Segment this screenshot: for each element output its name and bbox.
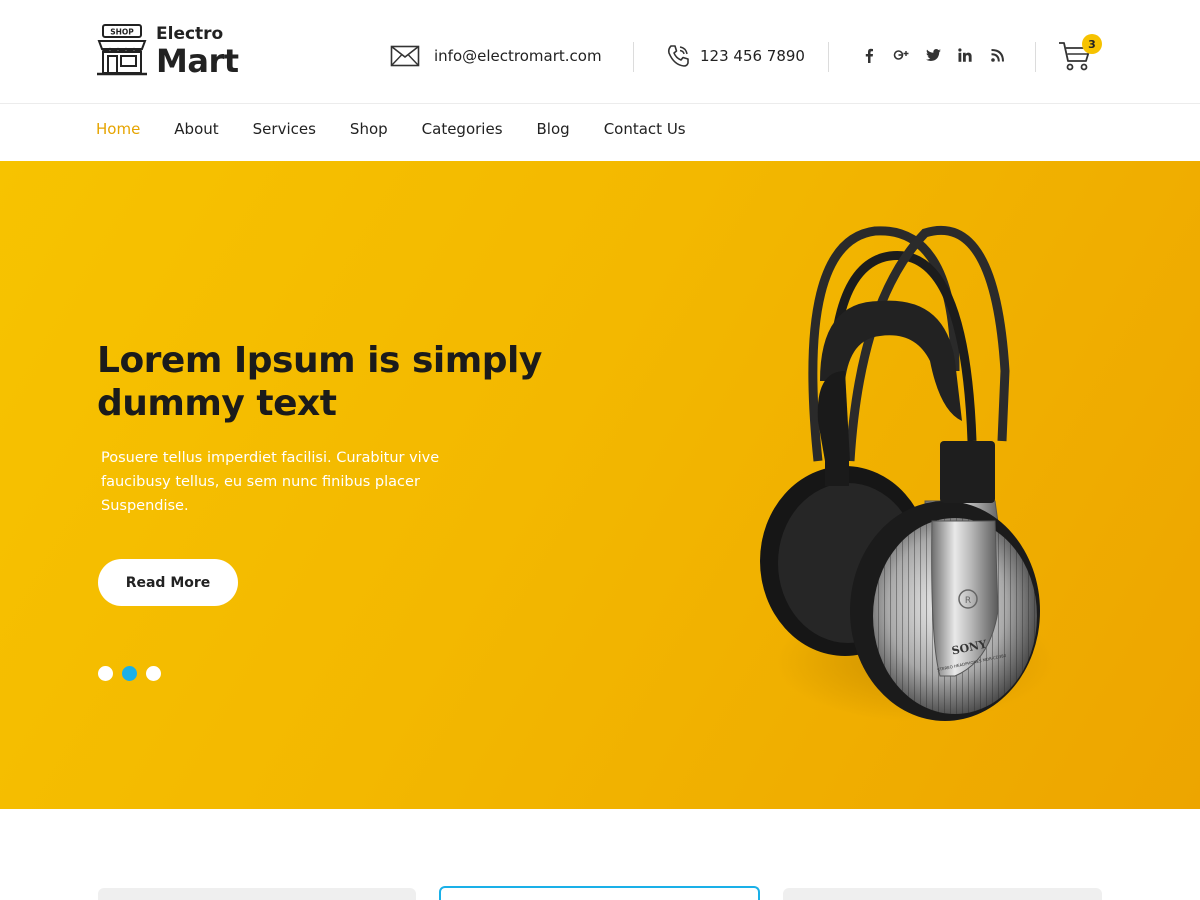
- cart-count-badge: 3: [1082, 34, 1102, 54]
- phone-icon: [666, 44, 690, 68]
- logo-name-small: Electro: [156, 23, 224, 44]
- hero-slider: Lorem Ipsum is simply dummy text Posuere…: [0, 161, 1200, 809]
- svg-text:R: R: [965, 596, 971, 606]
- nav-item-shop[interactable]: Shop: [350, 120, 388, 138]
- nav-item-about[interactable]: About: [174, 120, 218, 138]
- rss-icon[interactable]: [986, 44, 1008, 66]
- header-email[interactable]: info@electromart.com: [390, 40, 602, 72]
- cart-button[interactable]: 3: [1058, 34, 1102, 74]
- header-divider: [1035, 42, 1036, 72]
- slider-dot[interactable]: [98, 666, 113, 681]
- nav-item-services[interactable]: Services: [253, 120, 316, 138]
- feature-card-highlighted[interactable]: [439, 886, 760, 900]
- main-nav: Home About Services Shop Categories Blog…: [0, 104, 1200, 161]
- hero-title: Lorem Ipsum is simply dummy text: [97, 340, 542, 424]
- header-divider: [828, 42, 829, 72]
- phone-text: 123 456 7890: [700, 47, 805, 65]
- headphones-product-image: R SONY STEREO HEADPHONES MDR-CD380: [760, 225, 1055, 721]
- feature-card[interactable]: [783, 888, 1102, 900]
- social-links: [858, 44, 1018, 66]
- google-plus-icon[interactable]: [890, 44, 912, 66]
- email-text: info@electromart.com: [434, 47, 602, 65]
- feature-cards: [0, 809, 1200, 900]
- nav-item-blog[interactable]: Blog: [537, 120, 570, 138]
- facebook-icon[interactable]: [858, 44, 880, 66]
- slider-dots: [98, 666, 170, 681]
- top-header: SHOP Electro Mart info@electromart.com 1…: [0, 0, 1200, 104]
- shop-store-icon: SHOP: [96, 23, 148, 77]
- header-divider: [633, 42, 634, 72]
- nav-item-contact-us[interactable]: Contact Us: [604, 120, 686, 138]
- read-more-button[interactable]: Read More: [98, 559, 238, 606]
- site-logo[interactable]: SHOP Electro Mart: [96, 22, 239, 78]
- slider-dot[interactable]: [146, 666, 161, 681]
- nav-item-categories[interactable]: Categories: [422, 120, 503, 138]
- nav-item-home[interactable]: Home: [96, 120, 140, 138]
- slider-dot-active[interactable]: [122, 666, 137, 681]
- header-phone[interactable]: 123 456 7890: [666, 40, 805, 72]
- logo-sign-text: SHOP: [110, 28, 134, 37]
- envelope-icon: [390, 44, 420, 68]
- linkedin-icon[interactable]: [954, 44, 976, 66]
- twitter-icon[interactable]: [922, 44, 944, 66]
- feature-card[interactable]: [98, 888, 416, 900]
- hero-description: Posuere tellus imperdiet facilisi. Curab…: [101, 450, 440, 514]
- logo-name-big: Mart: [156, 41, 239, 80]
